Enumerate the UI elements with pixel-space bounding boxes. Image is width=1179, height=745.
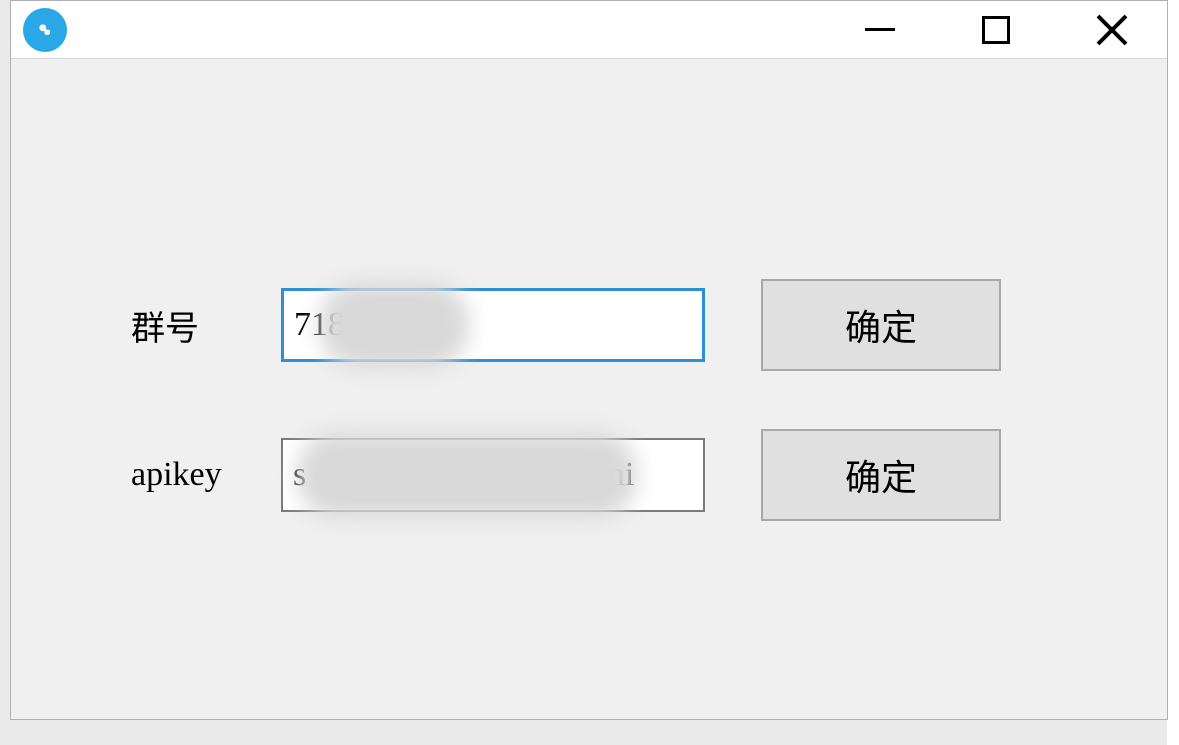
window-controls — [857, 7, 1161, 53]
apikey-confirm-button[interactable]: 确定 — [761, 429, 1001, 521]
group-number-field-wrap — [281, 288, 705, 362]
close-button[interactable] — [1089, 7, 1135, 53]
settings-window: 群号 确定 apikey 确定 — [10, 0, 1168, 720]
apikey-row: apikey 确定 — [131, 429, 1027, 521]
apikey-input[interactable] — [281, 438, 705, 512]
group-number-confirm-button[interactable]: 确定 — [761, 279, 1001, 371]
app-icon — [23, 8, 67, 52]
apikey-field-wrap — [281, 438, 705, 512]
apikey-label: apikey — [131, 456, 281, 494]
group-number-input[interactable] — [281, 288, 705, 362]
group-number-row: 群号 确定 — [131, 279, 1027, 371]
title-bar — [11, 1, 1167, 59]
maximize-icon — [982, 16, 1010, 44]
maximize-button[interactable] — [973, 7, 1019, 53]
client-area: 群号 确定 apikey 确定 — [11, 59, 1167, 719]
background-window-sliver — [1167, 0, 1179, 745]
group-number-label: 群号 — [131, 301, 281, 350]
minimize-icon — [865, 28, 895, 31]
close-icon — [1095, 13, 1129, 47]
minimize-button[interactable] — [857, 7, 903, 53]
